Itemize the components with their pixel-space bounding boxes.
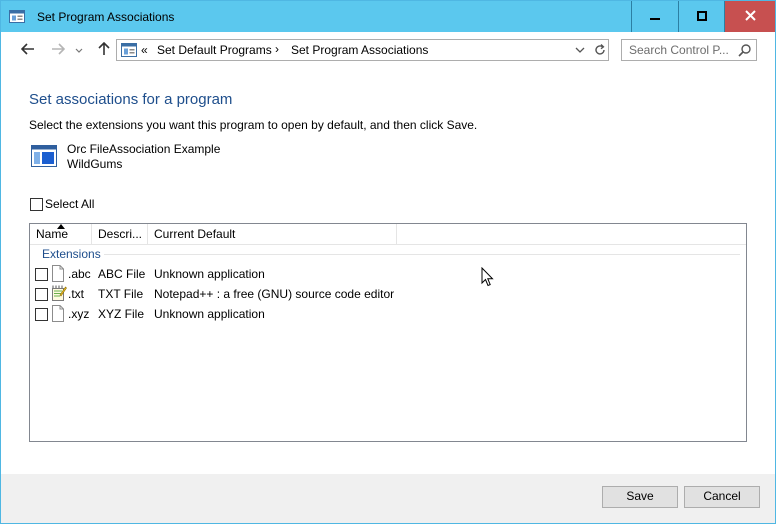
search-icon[interactable] — [738, 43, 752, 60]
row-current-default: Unknown application — [154, 307, 265, 321]
arrow-right-icon — [51, 42, 66, 58]
group-divider — [104, 254, 740, 255]
hidden-breadcrumbs-button[interactable]: « — [141, 43, 148, 57]
column-current-default-label: Current Default — [154, 227, 236, 241]
mouse-pointer-icon — [481, 266, 494, 290]
control-panel-icon — [121, 43, 137, 60]
column-description-label: Descri... — [98, 227, 143, 241]
row-description: ABC File — [98, 267, 146, 281]
row-checkbox[interactable] — [35, 308, 48, 321]
close-button[interactable] — [725, 1, 775, 32]
breadcrumb-set-program-associations[interactable]: Set Program Associations — [291, 43, 428, 57]
cancel-button[interactable]: Cancel — [684, 486, 760, 508]
instructions-text: Select the extensions you want this prog… — [29, 118, 478, 132]
search-placeholder: Search Control P... — [629, 43, 729, 57]
window: Set Program Associations « Set Default P… — [0, 0, 776, 524]
breadcrumb-separator[interactable]: › — [275, 42, 279, 56]
save-button[interactable]: Save — [602, 486, 678, 508]
sort-ascending-icon — [57, 223, 65, 231]
blank-file-icon — [51, 305, 65, 325]
window-title: Set Program Associations — [37, 10, 175, 24]
row-extension: .abc — [68, 267, 91, 281]
blank-file-icon — [51, 265, 65, 285]
back-button[interactable] — [18, 41, 38, 59]
list-item[interactable]: .txt TXT File Notepad++ : a free (GNU) s… — [30, 284, 746, 304]
address-bar[interactable]: « Set Default Programs › Set Program Ass… — [116, 39, 609, 61]
control-panel-window-icon — [9, 10, 25, 23]
page-title: Set associations for a program — [29, 91, 233, 108]
recent-locations-button[interactable] — [72, 41, 86, 59]
address-dropdown-button[interactable] — [573, 42, 587, 61]
select-all-label[interactable]: Select All — [45, 197, 94, 211]
row-checkbox[interactable] — [35, 288, 48, 301]
select-all-checkbox[interactable] — [30, 198, 43, 211]
group-header-extensions[interactable]: Extensions — [42, 247, 101, 261]
maximize-button[interactable] — [678, 1, 725, 32]
program-icon — [31, 145, 57, 170]
footer: Save Cancel — [1, 475, 775, 523]
forward-button[interactable] — [48, 41, 68, 59]
arrow-left-icon — [20, 42, 35, 58]
program-name: Orc FileAssociation Example — [67, 142, 221, 156]
breadcrumb-set-default-programs[interactable]: Set Default Programs — [157, 43, 272, 57]
refresh-icon[interactable] — [593, 42, 607, 61]
list-item[interactable]: .xyz XYZ File Unknown application — [30, 304, 746, 324]
row-description: XYZ File — [98, 307, 145, 321]
row-description: TXT File — [98, 287, 144, 301]
minimize-button[interactable] — [631, 1, 678, 32]
search-box[interactable]: Search Control P... — [621, 39, 757, 61]
close-icon — [744, 9, 756, 24]
chevron-down-icon — [75, 43, 83, 57]
column-header-description[interactable]: Descri... — [92, 224, 148, 244]
list-item[interactable]: .abc ABC File Unknown application — [30, 264, 746, 284]
extensions-list[interactable]: Name Descri... Current Default Extension… — [29, 223, 747, 442]
program-company: WildGums — [67, 157, 123, 171]
title-bar[interactable]: Set Program Associations — [1, 1, 775, 32]
navigation-bar: « Set Default Programs › Set Program Ass… — [1, 32, 775, 68]
arrow-up-icon — [98, 41, 110, 59]
row-current-default: Unknown application — [154, 267, 265, 281]
minimize-icon — [650, 10, 660, 24]
notepad-plus-plus-icon — [51, 285, 67, 305]
up-button[interactable] — [94, 41, 114, 59]
column-header-current-default[interactable]: Current Default — [148, 224, 397, 244]
maximize-icon — [696, 10, 707, 24]
row-extension: .xyz — [68, 307, 90, 321]
list-header: Name Descri... Current Default — [30, 224, 746, 245]
row-extension: .txt — [68, 287, 85, 301]
row-checkbox[interactable] — [35, 268, 48, 281]
row-current-default: Notepad++ : a free (GNU) source code edi… — [154, 287, 395, 301]
